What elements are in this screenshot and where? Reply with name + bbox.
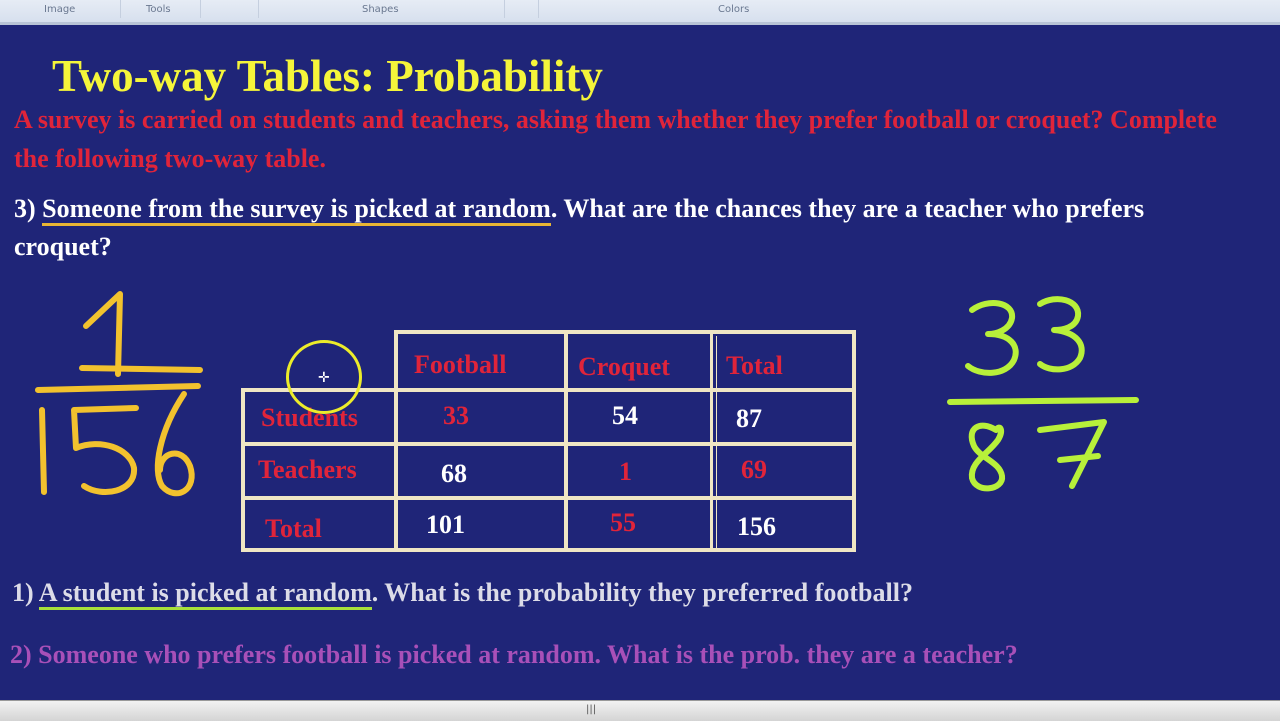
table-cell: 54 [612, 401, 638, 430]
scrollbar-grip-icon[interactable]: ||| [586, 704, 596, 715]
numerator-underline-stroke [79, 365, 203, 373]
table-cell: 68 [441, 459, 467, 488]
handwritten-fraction-left [35, 291, 203, 497]
table-border [394, 330, 398, 552]
handwritten-fraction-right [947, 296, 1139, 492]
fraction-bar-stroke [947, 397, 1139, 405]
paint-ribbon: Image Tools Shapes Colors [0, 0, 1280, 25]
digit-5-stroke [71, 405, 139, 495]
digit-6-stroke [154, 391, 195, 497]
question-1: 1) A student is picked at random. What i… [12, 578, 913, 610]
table-border [716, 336, 717, 548]
table-border [241, 496, 856, 500]
ribbon-group-image[interactable]: Image [44, 4, 75, 15]
table-cell: 69 [741, 455, 767, 484]
row-header-teachers: Teachers [258, 455, 357, 484]
table-cell: 87 [736, 404, 762, 433]
ribbon-divider [120, 0, 121, 18]
question-1-number: 1) [12, 578, 34, 607]
question-3-underlined: Someone from the survey is picked at ran… [42, 194, 551, 226]
table-border [852, 330, 856, 552]
digit-1-stroke [39, 407, 47, 495]
question-3: 3) Someone from the survey is picked at … [14, 190, 1214, 266]
row-header-total: Total [265, 514, 322, 543]
intro-text: A survey is carried on students and teac… [14, 105, 1217, 173]
table-border [710, 330, 713, 552]
table-cell: 55 [610, 508, 636, 537]
question-3-number: 3) [14, 194, 36, 223]
digit-8-stroke [968, 422, 1005, 492]
table-cell: 156 [737, 512, 776, 541]
table-cell: 101 [426, 510, 465, 539]
table-border [241, 548, 856, 552]
numerator-1-stroke [83, 291, 123, 377]
table-cell: 1 [619, 457, 632, 486]
fraction-bar-stroke [35, 383, 201, 393]
column-header-total: Total [726, 351, 783, 380]
ribbon-divider [200, 0, 201, 18]
slide-title: Two-way Tables: Probability [52, 51, 603, 101]
crosshair-cursor-icon: ✛ [318, 370, 330, 386]
column-header-football: Football [414, 350, 507, 379]
table-border [241, 442, 856, 446]
table-cell: 33 [443, 401, 469, 430]
column-header-croquet: Croquet [578, 352, 670, 381]
question-2: 2) Someone who prefers football is picke… [10, 640, 1018, 669]
ribbon-divider [538, 0, 539, 18]
table-border [241, 388, 245, 552]
question-1-rest: . What is the probability they preferred… [371, 578, 913, 607]
ribbon-divider [504, 0, 505, 18]
ribbon-divider [258, 0, 259, 18]
ribbon-group-colors[interactable]: Colors [718, 4, 749, 15]
digit-3b-stroke [1037, 296, 1085, 373]
question-1-underlined: A student is picked at random [38, 578, 372, 610]
horizontal-scrollbar[interactable]: ||| [0, 700, 1280, 721]
ribbon-group-shapes[interactable]: Shapes [362, 4, 399, 15]
table-border [564, 330, 568, 552]
digit-3a-stroke [965, 300, 1019, 376]
ribbon-group-tools[interactable]: Tools [146, 4, 171, 15]
digit-7-bar-stroke [1057, 453, 1101, 463]
table-border [394, 330, 856, 334]
